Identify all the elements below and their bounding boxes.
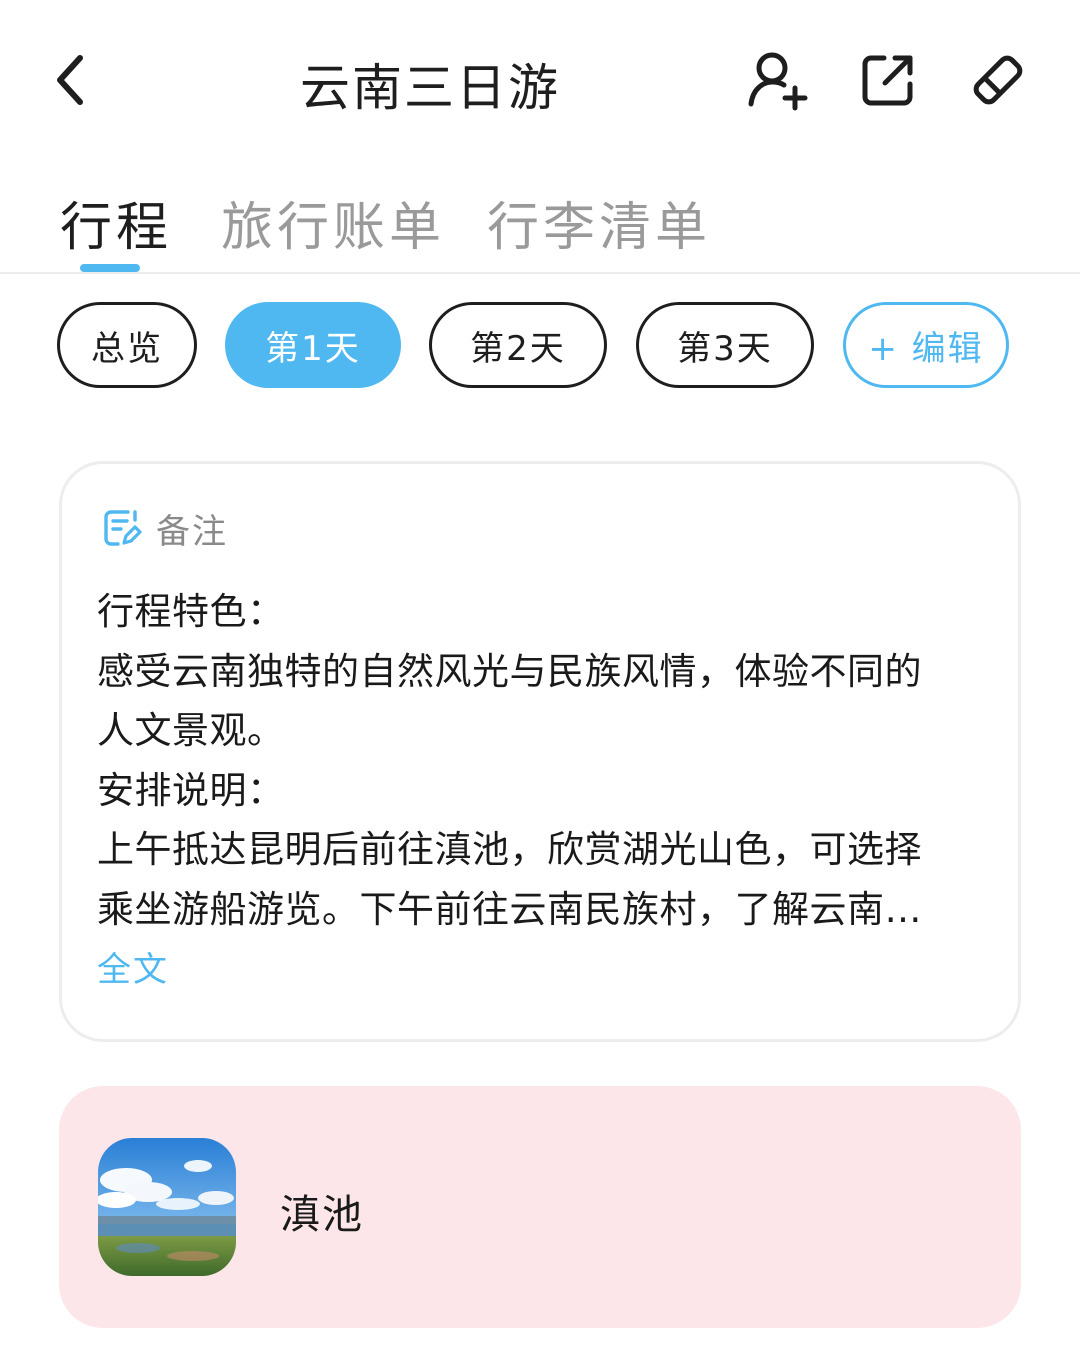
poi-card[interactable]: 滇池 <box>59 1086 1021 1328</box>
note-line: 安排说明： <box>97 768 285 812</box>
chip-day-3[interactable]: 第3天 <box>636 302 814 388</box>
note-line: 感受云南独特的自然风光与民族风情，体验不同的 <box>97 649 922 693</box>
note-line: 行程特色： <box>97 590 285 633</box>
add-member-button[interactable] <box>746 44 810 116</box>
note-line: 乘坐游船游览。下午前往云南民族村，了解云南… <box>97 887 922 931</box>
note-label: 备注 <box>156 511 228 552</box>
share-button[interactable] <box>856 44 920 116</box>
poi-thumbnail <box>98 1138 236 1276</box>
tab-itinerary[interactable]: 行程 <box>60 185 172 260</box>
share-external-icon <box>862 55 913 106</box>
chip-day-1[interactable]: 第1天 <box>225 302 401 388</box>
note-edit-icon <box>104 510 142 546</box>
edit-trip-button[interactable] <box>966 44 1030 116</box>
eraser-icon <box>973 55 1023 105</box>
active-tab-indicator <box>80 264 140 272</box>
chip-overview[interactable]: 总览 <box>57 302 197 388</box>
note-header: 备注 <box>102 504 228 552</box>
main-tabs: 行程 旅行账单 行李清单 <box>0 175 1080 274</box>
page-title: 云南三日游 <box>300 59 560 117</box>
top-bar: 云南三日游 <box>0 0 1080 160</box>
note-line: 人文景观。 <box>97 709 285 752</box>
note-card: 备注 行程特色： 感受云南独特的自然风光与民族风情，体验不同的 人文景观。 安排… <box>59 461 1021 1042</box>
chip-edit-days[interactable]: + 编辑 <box>843 302 1009 388</box>
lake-landscape-photo <box>98 1138 236 1276</box>
read-full-text-link[interactable]: 全文 <box>97 942 169 991</box>
user-plus-icon <box>748 52 808 111</box>
tab-travel-bill[interactable]: 旅行账单 <box>221 185 445 260</box>
tab-packing-list[interactable]: 行李清单 <box>487 185 711 260</box>
note-line: 上午抵达昆明后前往滇池，欣赏湖光山色，可选择 <box>97 828 922 871</box>
chip-day-2[interactable]: 第2天 <box>429 302 607 388</box>
note-content: 行程特色： 感受云南独特的自然风光与民族风情，体验不同的 人文景观。 安排说明：… <box>97 582 987 939</box>
poi-name: 滇池 <box>280 1192 364 1238</box>
